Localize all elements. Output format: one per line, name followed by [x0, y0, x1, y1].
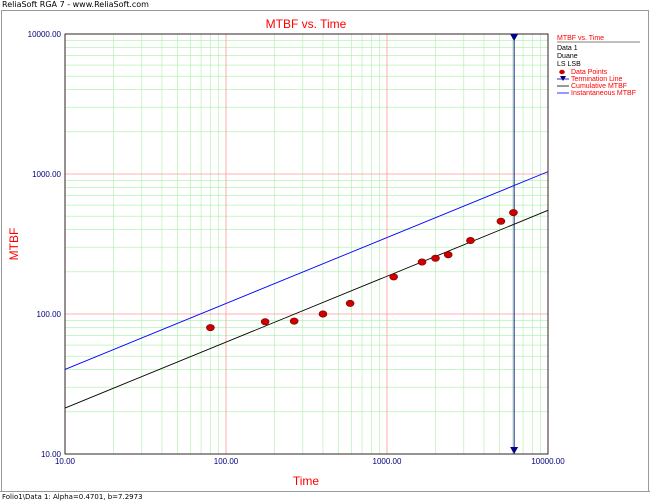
chart-title: MTBF vs. Time [266, 17, 347, 31]
legend-info-line: Data 1 [557, 45, 578, 52]
legend-info-line: Duane [557, 53, 578, 60]
data-point [289, 317, 299, 325]
data-point [260, 318, 270, 326]
chart-series [64, 34, 549, 454]
y-tick-label: 10000.00 [28, 30, 62, 39]
y-tick-label: 10.00 [41, 450, 62, 459]
data-point [318, 310, 328, 318]
data-point [496, 217, 506, 225]
data-point [345, 299, 355, 307]
legend-entry-label: Data Points [571, 69, 608, 76]
data-point [417, 258, 427, 266]
status-bar: Folio1\Data 1: Alpha=0.4701, b=7.2973 [0, 491, 650, 501]
data-point [443, 251, 453, 259]
grid-lines [64, 33, 549, 455]
axis-ticks: 10.00 100.00 1000.00 10000.0010.00100.00100… [28, 30, 566, 466]
legend-entry-label: Instantaneous MTBF [571, 90, 636, 97]
data-point [509, 209, 518, 217]
data-point [389, 273, 398, 281]
legend-title: MTBF vs. Time [557, 35, 604, 42]
data-point [431, 254, 440, 262]
y-axis-label: MTBF [7, 228, 21, 261]
x-axis-label: Time [293, 474, 320, 488]
legend[interactable]: MTBF vs. Time Data 1DuaneLS LSBData Point… [557, 35, 640, 97]
plot-area-border [64, 33, 549, 455]
termination-marker-top [510, 34, 519, 41]
y-tick-label: 1000.00 [32, 170, 61, 179]
legend-entry-label: Cumulative MTBF [571, 83, 627, 90]
x-tick-label: 10000.00 [531, 457, 565, 466]
x-tick-label: 100.00 [214, 457, 239, 466]
x-tick-label: 1000.00 [373, 457, 402, 466]
termination-marker-bottom [510, 447, 519, 454]
data-point [206, 324, 215, 332]
mtbf-chart[interactable]: 10.00 100.00 1000.00 10000.0010.00100.00100… [0, 0, 650, 491]
legend-entry-label: Termination Line [571, 76, 622, 83]
data-point [466, 236, 475, 244]
instantaneous-mtbf-line [64, 171, 549, 370]
legend-info-line: LS LSB [557, 61, 581, 68]
y-tick-label: 100.00 [37, 310, 62, 319]
legend-marker-data-points [559, 69, 565, 75]
cumulative-mtbf-line [64, 209, 549, 409]
legend-marker-termination [560, 76, 566, 81]
